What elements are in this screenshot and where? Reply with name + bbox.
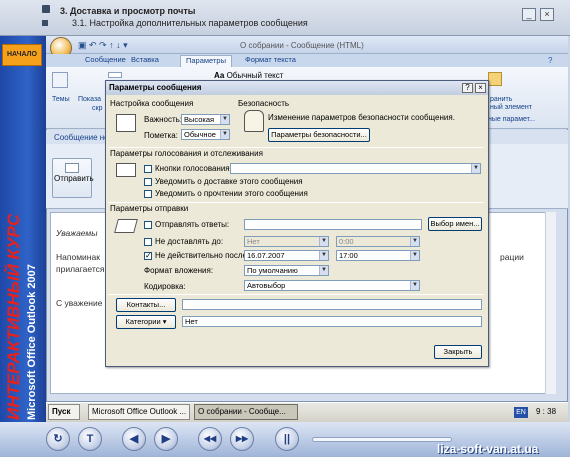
dont-deliver-checkbox[interactable] xyxy=(144,238,152,246)
bullet-icon xyxy=(42,20,48,26)
dialog-close-button[interactable]: × xyxy=(475,83,486,93)
help-icon[interactable]: ? xyxy=(548,56,552,65)
next-button[interactable]: ▶ xyxy=(154,427,178,451)
outlook-window-title: О собрании - Сообщение (HTML) xyxy=(240,41,364,50)
taskbar-item-message[interactable]: О собрании - Сообще... xyxy=(194,404,298,420)
voting-checkbox[interactable] xyxy=(144,165,152,173)
voting-buttons-select[interactable]: ▼ xyxy=(230,163,481,174)
dont-deliver-date[interactable]: Нет ▼ xyxy=(244,236,329,247)
send-label: Отправить xyxy=(54,174,94,183)
attachment-format-select[interactable]: По умолчанию ▼ xyxy=(244,265,329,276)
body-line: прилагается xyxy=(56,264,105,274)
replies-to-checkbox[interactable] xyxy=(144,221,152,229)
prev-button[interactable]: ◀ xyxy=(122,427,146,451)
start-button[interactable]: НАЧАЛО xyxy=(2,44,42,66)
replies-to-input[interactable] xyxy=(244,219,422,230)
security-section-title: Безопасность xyxy=(238,99,290,108)
show-fields-label: Показа xyxy=(78,96,102,103)
contacts-button[interactable]: Контакты... xyxy=(116,298,176,312)
encoding-label: Кодировка: xyxy=(144,282,186,291)
themes-icon[interactable] xyxy=(52,72,68,88)
bullet-icon xyxy=(42,5,50,13)
read-receipt-checkbox[interactable] xyxy=(144,190,152,198)
ribbon-group-label: ные парамет... xyxy=(488,116,535,123)
replay-button[interactable]: ↻ xyxy=(46,427,70,451)
tab-format-text[interactable]: Формат текста xyxy=(240,55,301,67)
importance-select[interactable]: Высокая ▼ xyxy=(181,114,230,125)
body-line: Уважаемы xyxy=(56,228,98,238)
expires-time[interactable]: 17:00 ▼ xyxy=(336,250,420,261)
divider xyxy=(108,294,484,295)
contacts-input[interactable] xyxy=(182,299,482,310)
dont-deliver-label: Не доставлять до: xyxy=(155,237,224,246)
select-names-button[interactable]: Выбор имен... xyxy=(428,217,482,231)
text-button[interactable]: T xyxy=(78,427,102,451)
quick-access-icons[interactable]: ▣ ↶ ↷ ↑ ↓ ▾ xyxy=(78,40,128,51)
dialog-close-action-button[interactable]: Закрыть xyxy=(434,345,482,359)
font-style-label[interactable]: Аа Обычный текст xyxy=(214,71,283,80)
progress-slider[interactable] xyxy=(312,437,452,442)
taskbar-item-outlook[interactable]: Microsoft Office Outlook ... xyxy=(88,404,190,420)
tab-message[interactable]: Сообщение xyxy=(80,55,131,67)
clock: 9 : 38 xyxy=(536,407,557,416)
course-chapter-title: 3. Доставка и просмотр почты xyxy=(60,6,196,16)
voting-icon xyxy=(116,163,136,177)
close-icon[interactable]: × xyxy=(540,8,554,21)
divider xyxy=(108,147,484,148)
read-receipt-label: Уведомить о прочтении этого сообщения xyxy=(155,189,308,198)
body-line: рации xyxy=(500,252,524,262)
message-info-label: Сообщение не xyxy=(54,133,109,142)
start-menu-button[interactable]: Пуск xyxy=(48,404,80,420)
save-item-label: ранить xyxy=(490,96,513,103)
settings-section-title: Настройка сообщения xyxy=(110,99,194,108)
save-item-icon[interactable] xyxy=(488,72,502,86)
voting-buttons-label: Кнопки голосования: xyxy=(155,164,232,173)
dialog-title: Параметры сообщения xyxy=(106,81,488,95)
fast-forward-button[interactable]: ▶▶ xyxy=(230,427,254,451)
dialog-help-button[interactable]: ? xyxy=(462,83,473,93)
encoding-select[interactable]: Автовыбор ▼ xyxy=(244,280,420,291)
body-line: Напоминак xyxy=(56,252,100,262)
categories-input[interactable]: Нет xyxy=(182,316,482,327)
lock-icon xyxy=(244,110,264,132)
sensitivity-label: Пометка: xyxy=(144,131,178,140)
tab-options[interactable]: Параметры xyxy=(180,55,232,67)
voting-section-title: Параметры голосования и отслеживания xyxy=(110,149,263,158)
expires-date[interactable]: 16.07.2007 ▼ xyxy=(244,250,329,261)
rewind-button[interactable]: ◀◀ xyxy=(198,427,222,451)
save-item-label-2: ный элемент xyxy=(490,104,532,111)
expires-label: Не действительно после: xyxy=(155,251,250,260)
show-fields-label-2: скр xyxy=(92,105,103,112)
course-lesson-title: 3.1. Настройка дополнительных параметров… xyxy=(72,18,308,28)
security-settings-button[interactable]: Параметры безопасности... xyxy=(268,128,370,142)
course-vertical-title: ИНТЕРАКТИВНЫЙ КУРС Microsoft Office Outl… xyxy=(4,213,38,420)
body-line: С уважение xyxy=(56,298,103,308)
tab-insert[interactable]: Вставка xyxy=(126,55,164,67)
importance-label: Важность: xyxy=(144,115,183,124)
delivery-receipt-checkbox[interactable] xyxy=(144,178,152,186)
dont-deliver-time[interactable]: 0:00 ▼ xyxy=(336,236,420,247)
categories-button[interactable]: Категории ▾ xyxy=(116,315,176,329)
sensitivity-select[interactable]: Обычное ▼ xyxy=(181,129,230,140)
delivery-envelope-icon xyxy=(114,219,138,233)
site-brand: liza-soft-van.at.ua xyxy=(437,442,539,456)
language-indicator[interactable]: EN xyxy=(514,407,528,418)
format-icon[interactable] xyxy=(108,72,122,78)
expires-checkbox[interactable] xyxy=(144,252,152,260)
attachment-format-label: Формат вложения: xyxy=(144,266,214,275)
pause-button[interactable]: || xyxy=(275,427,299,451)
minimize-button[interactable]: _ xyxy=(522,8,536,21)
divider xyxy=(108,202,484,203)
themes-label: Темы xyxy=(52,96,70,103)
security-text: Изменение параметров безопасности сообще… xyxy=(268,113,455,122)
replies-to-label: Отправлять ответы: xyxy=(155,220,230,229)
envelope-icon xyxy=(65,163,79,173)
vertical-scrollbar[interactable] xyxy=(545,212,556,394)
delivery-receipt-label: Уведомить о доставке этого сообщения xyxy=(155,177,303,186)
envelope-settings-icon xyxy=(116,114,136,132)
delivery-section-title: Параметры отправки xyxy=(110,204,189,213)
